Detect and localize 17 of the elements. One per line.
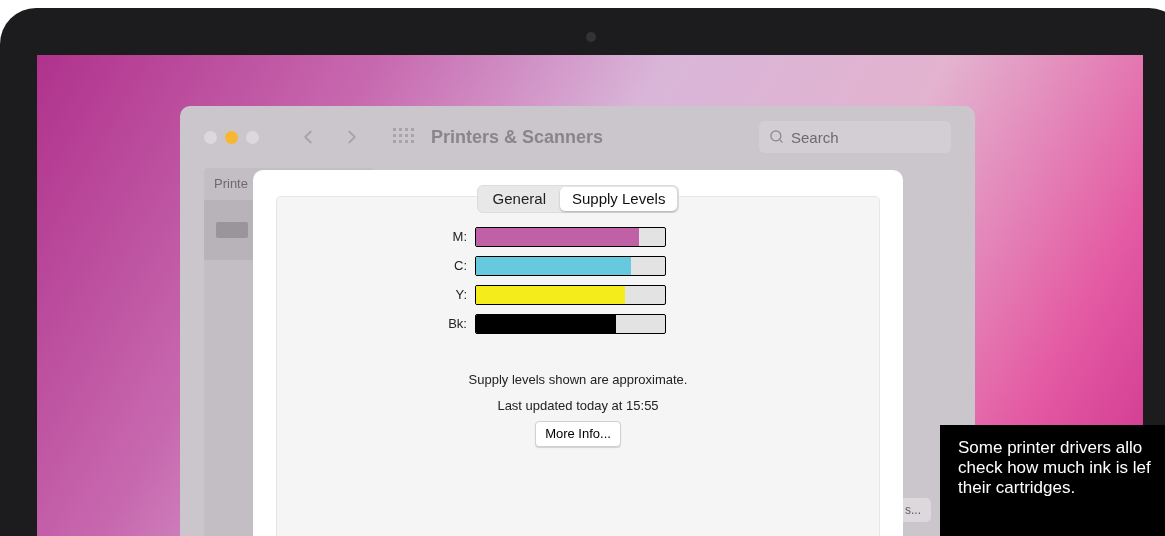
camera-icon <box>586 32 596 42</box>
ink-label: M: <box>451 228 467 247</box>
grid-icon[interactable] <box>393 128 415 146</box>
search-field[interactable]: Search <box>759 121 951 153</box>
minimize-icon[interactable] <box>225 130 238 144</box>
ink-label: Y: <box>454 286 467 305</box>
window-title: Printers & Scanners <box>431 125 604 149</box>
tab[interactable]: General <box>478 187 560 211</box>
caption-text: Some printer drivers allo check how much ink is lef their cartridges. <box>958 438 1152 498</box>
search-icon <box>769 129 784 144</box>
sidebar-header: Printe <box>214 175 248 194</box>
last-updated-text: Last updated today at 15:55 <box>497 396 659 415</box>
approximate-note: Supply levels shown are approximate. <box>468 371 688 389</box>
ink-label: C: <box>453 257 467 276</box>
more-info-button[interactable]: More Info... <box>535 421 621 447</box>
tab[interactable]: Supply Levels <box>560 187 678 211</box>
ink-label: Bk: <box>447 315 467 334</box>
